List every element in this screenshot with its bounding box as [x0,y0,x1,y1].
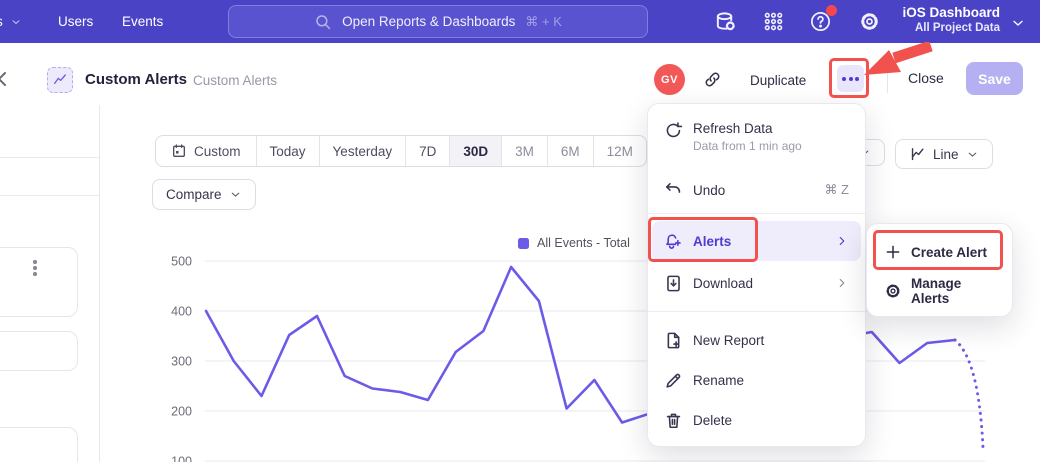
menu-divider [648,213,865,214]
page-title: Custom Alerts [85,71,187,88]
plus-icon [884,243,902,261]
date-range-30d[interactable]: 30D [449,136,501,166]
legend-swatch [518,238,529,249]
svg-text:100: 100 [171,455,192,462]
date-range-custom[interactable]: Custom [156,136,256,166]
alerts-submenu: Create Alert Manage Alerts [866,223,1013,317]
notification-dot [826,5,837,16]
report-icon [47,67,73,93]
back-chevron-fragment [0,71,7,87]
report-header: Custom Alerts Custom Alerts GV Duplicate… [0,43,1040,105]
compare-button[interactable]: Compare [152,179,256,210]
nav-item-events[interactable]: Events [122,14,163,29]
menu-item-delete[interactable]: Delete [652,400,861,440]
dashboard-card[interactable] [0,427,78,462]
line-chart-icon [909,146,926,163]
date-range-7d[interactable]: 7D [405,136,449,166]
project-selector[interactable]: iOS Dashboard All Project Data [902,4,1000,35]
submenu-item-manage-alerts[interactable]: Manage Alerts [872,272,1007,310]
legend-label: All Events - Total [537,236,630,250]
kebab-menu-icon[interactable] [29,260,41,278]
menu-item-download[interactable]: Download [652,263,861,303]
header-divider [887,65,888,93]
undo-icon [664,181,683,200]
search-shortcut: ⌘ + K [525,14,562,30]
svg-text:300: 300 [171,355,192,369]
nav-item-boards-partial[interactable]: s [0,14,22,29]
top-nav: s Users Events Open Reports & Dashboards… [0,0,1040,43]
date-range-picker: Custom Today Yesterday 7D 30D 3M 6M 12M [155,135,647,167]
dashboard-card[interactable] [0,331,78,371]
legend-item[interactable]: All Events - Total [518,236,630,250]
menu-item-undo[interactable]: Undo ⌘ Z [652,170,861,210]
chevron-down-icon [966,148,979,161]
bell-plus-icon [664,232,683,251]
menu-divider [648,311,865,312]
apps-grid-icon[interactable] [762,10,785,33]
pencil-icon [664,371,683,390]
share-link-icon[interactable] [703,70,722,89]
chevron-down-icon [10,16,22,28]
date-range-yesterday[interactable]: Yesterday [319,136,406,166]
chevron-right-icon [835,234,849,248]
menu-item-refresh-data[interactable]: Refresh Data Data from 1 min ago [652,113,861,163]
date-range-today[interactable]: Today [256,136,319,166]
file-plus-icon [664,331,683,350]
search-input[interactable]: Open Reports & Dashboards ⌘ + K [228,5,648,38]
sidebar-row-divider [0,195,99,196]
breadcrumb: Custom Alerts [193,73,277,88]
menu-item-new-report[interactable]: New Report [652,320,861,360]
date-range-3m[interactable]: 3M [501,136,547,166]
more-options-button[interactable] [837,65,864,92]
date-range-12m[interactable]: 12M [593,136,646,166]
svg-text:200: 200 [171,405,192,419]
gear-icon [884,282,902,300]
date-range-6m[interactable]: 6M [547,136,593,166]
trash-icon [664,411,683,430]
chart-type-dropdown[interactable]: Line [895,139,993,169]
dashboard-card[interactable] [0,247,78,317]
app: 500 400 300 200 100 All Events - Total Custo… [0,0,1040,462]
project-scope: All Project Data [902,21,1000,35]
ellipsis-icon [842,77,859,81]
chevron-down-icon[interactable] [1010,15,1026,31]
data-management-icon[interactable] [714,10,737,33]
calendar-icon [171,143,187,159]
duplicate-button[interactable]: Duplicate [750,73,806,88]
submenu-item-create-alert[interactable]: Create Alert [872,233,1007,271]
svg-text:500: 500 [171,255,192,269]
refresh-icon [664,121,683,140]
chevron-down-icon [229,188,242,201]
menu-item-rename[interactable]: Rename [652,360,861,400]
menu-item-alerts[interactable]: Alerts [652,221,861,261]
close-button[interactable]: Close [908,70,944,86]
save-button[interactable]: Save [966,62,1023,95]
nav-item-users[interactable]: Users [58,14,93,29]
settings-gear-icon[interactable] [858,10,881,33]
search-icon [314,13,332,31]
download-icon [664,274,683,293]
project-name: iOS Dashboard [902,4,1000,21]
svg-text:400: 400 [171,305,192,319]
avatar[interactable]: GV [654,64,685,95]
sidebar-row-divider [0,157,99,158]
undo-shortcut: ⌘ Z [824,182,849,198]
refresh-sublabel: Data from 1 min ago [693,138,802,155]
search-placeholder: Open Reports & Dashboards [342,14,515,29]
context-menu: Refresh Data Data from 1 min ago Undo ⌘ … [647,103,866,447]
chevron-right-icon [835,276,849,290]
